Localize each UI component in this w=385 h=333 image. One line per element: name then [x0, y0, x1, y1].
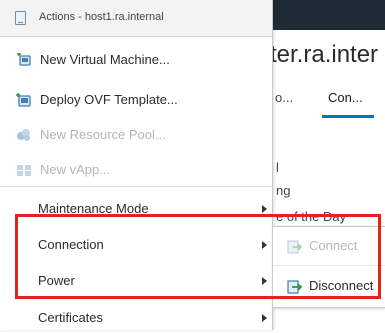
menu-header: Actions - host1.ra.internal: [0, 0, 272, 37]
submenu-arrow-icon: [262, 314, 267, 322]
menu-item-maintenance-mode[interactable]: Maintenance Mode: [0, 194, 272, 224]
menu-divider: [0, 186, 272, 187]
menu-item-label: New vApp...: [40, 162, 111, 177]
submenu-item-label: Connect: [309, 238, 358, 253]
menu-header-title: Actions - host1.ra.internal: [39, 11, 164, 23]
active-tab-indicator: [322, 115, 374, 118]
menu-item-connection[interactable]: Connection: [0, 230, 272, 260]
tab-configure[interactable]: Con...: [328, 90, 363, 105]
deploy-ovf-icon: [16, 93, 31, 107]
menu-item-label: Certificates: [38, 310, 104, 325]
menu-item-new-virtual-machine[interactable]: New Virtual Machine...: [0, 45, 272, 75]
host-icon: [15, 11, 26, 25]
menu-item-new-vapp[interactable]: New vApp...: [0, 155, 272, 185]
menu-item-label: Power: [38, 273, 75, 288]
vapp-icon: [17, 165, 31, 176]
menu-item-label: Maintenance Mode: [38, 201, 149, 216]
menu-item-certificates[interactable]: Certificates: [0, 303, 272, 333]
submenu-arrow-icon: [262, 205, 267, 213]
submenu-item-connect[interactable]: Connect: [273, 229, 385, 263]
resource-pool-icon: [17, 129, 30, 141]
menu-item-power[interactable]: Power: [0, 266, 272, 296]
disconnect-icon: [287, 280, 303, 294]
menu-item-label: New Virtual Machine...: [40, 52, 170, 67]
submenu-divider: [273, 265, 385, 266]
menu-item-new-resource-pool[interactable]: New Resource Pool...: [0, 120, 272, 150]
submenu-item-label: Disconnect: [309, 278, 374, 293]
new-vm-icon: [17, 53, 31, 66]
background-text-fragment: e of the Day: [276, 209, 347, 224]
background-text-fragment: ng: [276, 183, 291, 198]
tab-summary[interactable]: o...: [275, 90, 293, 105]
menu-item-label: Connection: [38, 237, 104, 252]
menu-item-deploy-ovf-template[interactable]: Deploy OVF Template...: [0, 85, 272, 115]
page-title: ter.ra.inter: [270, 41, 379, 68]
menu-item-label: Deploy OVF Template...: [40, 92, 178, 107]
connection-submenu: Connect Disconnect: [272, 226, 385, 308]
background-text-fragment: l: [276, 160, 279, 175]
menu-item-label: New Resource Pool...: [40, 127, 166, 142]
submenu-item-disconnect[interactable]: Disconnect: [273, 269, 385, 303]
app-header-bar: [270, 0, 385, 30]
submenu-arrow-icon: [262, 241, 267, 249]
submenu-arrow-icon: [262, 277, 267, 285]
connect-icon: [287, 240, 303, 254]
actions-context-menu: Actions - host1.ra.internal New Virtual …: [0, 0, 273, 330]
